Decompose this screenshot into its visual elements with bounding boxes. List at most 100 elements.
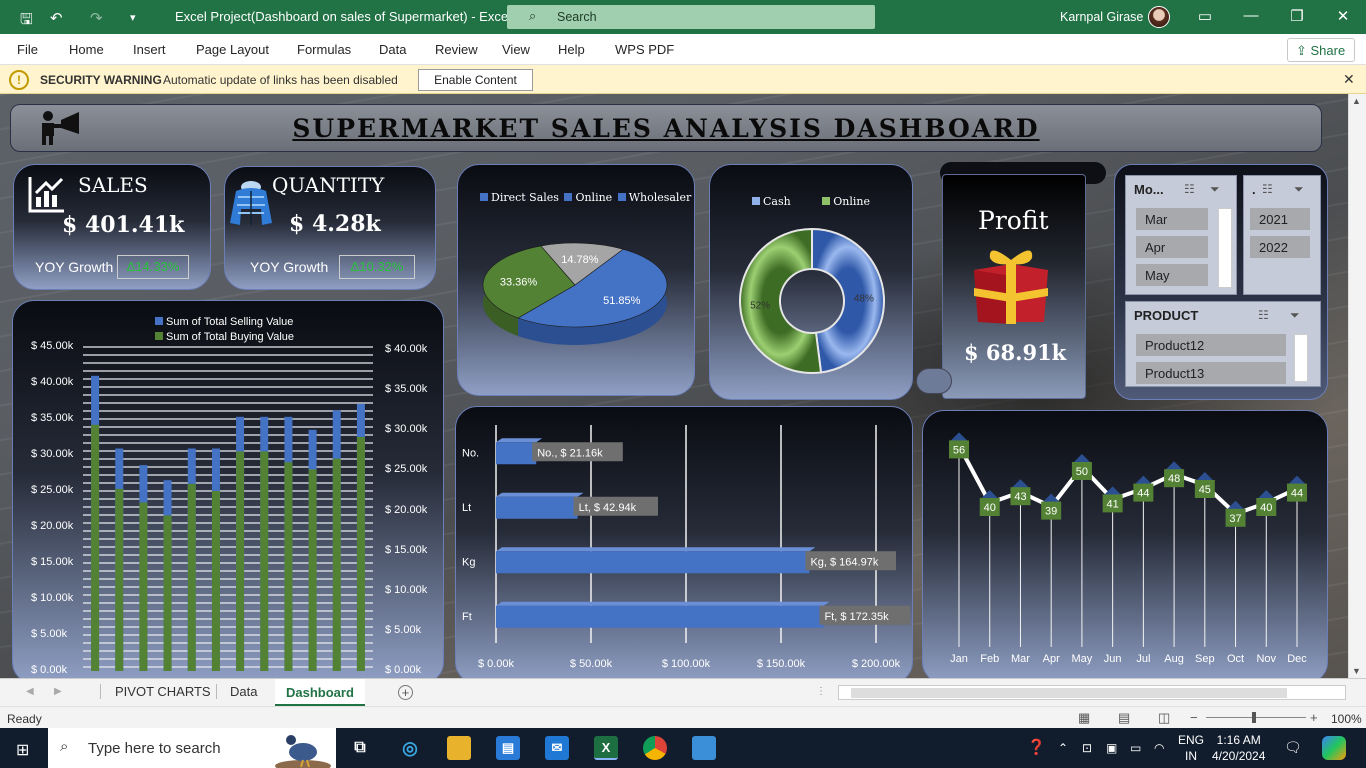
normal-view-icon[interactable]: ▦	[1078, 710, 1090, 726]
profit-card[interactable]: Profit $ 68.91k	[916, 162, 1108, 400]
menu-insert[interactable]: Insert	[133, 42, 166, 57]
year-slicer[interactable]: . ☷ ⏷ 2021 2022	[1243, 175, 1321, 295]
restore-icon[interactable]: ❐	[1282, 7, 1312, 25]
tray-chevron-icon[interactable]: ⌃	[1058, 741, 1068, 755]
year-slicer-header: .	[1252, 182, 1256, 197]
network-icon[interactable]: ▣	[1106, 741, 1117, 755]
month-item-apr[interactable]: Apr	[1136, 236, 1208, 258]
pie-data-label: 33.36%	[500, 276, 538, 288]
menu-formulas[interactable]: Formulas	[297, 42, 351, 57]
save-icon[interactable]: 🖫	[20, 9, 33, 34]
excel-taskbar-icon[interactable]: X	[594, 736, 618, 760]
product-item-12[interactable]: Product12	[1136, 334, 1286, 356]
menu-data[interactable]: Data	[379, 42, 406, 57]
month-slicer[interactable]: Mo... ☷ ⏷ Mar Apr May	[1125, 175, 1237, 295]
quantity-kpi-card[interactable]: QUANTITY $ 4.28k YOY Growth Δ10.32%	[224, 166, 436, 290]
tab-pivot-charts[interactable]: PIVOT CHARTS	[100, 684, 225, 699]
sales-kpi-card[interactable]: SALES $ 401.41k YOY Growth Δ14.33%	[13, 164, 211, 290]
zoom-level[interactable]: 100%	[1331, 712, 1362, 726]
month-slicer-scrollbar[interactable]	[1218, 208, 1232, 288]
menu-file[interactable]: File	[17, 42, 38, 57]
user-name[interactable]: Karnpal Girase	[1060, 10, 1143, 24]
horizontal-scroll-thumb[interactable]	[851, 688, 1287, 698]
tab-data[interactable]: Data	[216, 684, 271, 699]
avatar[interactable]	[1148, 6, 1170, 28]
doughnut-legend-online: Online	[833, 195, 870, 208]
page-layout-view-icon[interactable]: ▤	[1118, 710, 1130, 726]
store-icon[interactable]: ▤	[496, 736, 520, 760]
monthly-trend-line-chart[interactable]: Jan Feb Mar Apr May Jun Jul Aug Sep Oct Nov Dec 56 40…	[922, 410, 1328, 678]
buying-bar	[332, 458, 341, 671]
multi-select-icon[interactable]: ☷	[1262, 182, 1273, 196]
edge-icon[interactable]: ◎	[398, 736, 422, 760]
x-tick-label: Feb	[980, 653, 999, 665]
menu-view[interactable]: View	[502, 42, 530, 57]
copilot-icon[interactable]	[1322, 736, 1346, 760]
customize-toolbar-icon[interactable]: ▾	[130, 11, 136, 24]
menu-wps-pdf[interactable]: WPS PDF	[615, 42, 674, 57]
product-slicer[interactable]: PRODUCT ☷ ⏷ Product12 Product13	[1125, 301, 1321, 387]
close-icon[interactable]: ✕	[1328, 7, 1358, 25]
zoom-out-icon[interactable]: −	[1190, 710, 1198, 725]
legend-selling: Sum of Total Selling Value	[155, 316, 293, 328]
battery-icon[interactable]: ▭	[1130, 741, 1141, 755]
share-button[interactable]: ⇪ Share	[1287, 38, 1355, 62]
search-box[interactable]: ⌕ Search	[507, 5, 875, 29]
clock[interactable]: 1:16 AM 4/20/2024	[1212, 732, 1265, 764]
chrome-icon[interactable]	[643, 736, 667, 760]
close-warning-icon[interactable]: ✕	[1343, 71, 1355, 88]
product-item-13[interactable]: Product13	[1136, 362, 1286, 384]
tab-splitter-icon[interactable]: ⋮	[816, 686, 826, 697]
menu-review[interactable]: Review	[435, 42, 478, 57]
add-sheet-icon[interactable]: +	[398, 685, 413, 700]
enable-content-button[interactable]: Enable Content	[418, 69, 533, 91]
mail-icon[interactable]: ✉	[545, 736, 569, 760]
sales-channel-pie-chart[interactable]: Direct Sales Online Wholesaler 51.85% 33.…	[457, 164, 695, 396]
taskbar-search[interactable]: ⌕ Type here to search	[48, 728, 336, 768]
menu-help[interactable]: Help	[558, 42, 585, 57]
notification-icon[interactable]: 🗨	[1284, 739, 1302, 756]
tab-dashboard[interactable]: Dashboard	[275, 679, 365, 706]
windows-start-icon[interactable]: ⊞	[16, 740, 29, 760]
zoom-in-icon[interactable]: +	[1310, 710, 1318, 725]
y-left-tick-label: $ 5.00k	[31, 628, 68, 640]
vertical-scrollbar[interactable]: ▲ ▼	[1348, 94, 1366, 678]
wifi-icon[interactable]: ◠	[1154, 741, 1164, 755]
year-item-2022[interactable]: 2022	[1250, 236, 1310, 258]
horizontal-scrollbar[interactable]	[838, 685, 1346, 700]
help-icon[interactable]: ❓	[1027, 738, 1046, 756]
minimize-icon[interactable]: —	[1236, 7, 1266, 24]
redo-icon[interactable]: ↷	[90, 9, 103, 27]
multi-select-icon[interactable]: ☷	[1184, 182, 1195, 196]
zoom-slider-thumb[interactable]	[1252, 712, 1256, 723]
multi-select-icon[interactable]: ☷	[1258, 308, 1269, 322]
month-item-may[interactable]: May	[1136, 264, 1208, 286]
task-view-icon[interactable]: ⧉	[348, 736, 372, 760]
menu-home[interactable]: Home	[69, 42, 104, 57]
page-break-view-icon[interactable]: ◫	[1158, 710, 1170, 726]
clear-filter-icon[interactable]: ⏷	[1210, 182, 1220, 197]
ribbon-display-icon[interactable]: ▭	[1190, 7, 1220, 25]
file-explorer-icon[interactable]	[447, 736, 471, 760]
payment-mode-doughnut-chart[interactable]: Cash Online 48% 52%	[709, 164, 913, 400]
clear-filter-icon[interactable]: ⏷	[1290, 308, 1300, 323]
unit-sales-bar-chart[interactable]: $ 0.00k $ 50.00k $ 100.00k $ 150.00k $ 200.0…	[455, 406, 913, 678]
year-item-2021[interactable]: 2021	[1250, 208, 1310, 230]
zoom-slider-track[interactable]	[1206, 717, 1306, 718]
undo-icon[interactable]: ↶	[50, 9, 63, 27]
remote-desktop-icon[interactable]	[692, 736, 716, 760]
scroll-down-icon[interactable]: ▼	[1352, 666, 1361, 676]
scroll-up-icon[interactable]: ▲	[1352, 96, 1361, 106]
prev-sheet-icon[interactable]: ◀	[26, 686, 34, 697]
product-slicer-scrollbar[interactable]	[1294, 334, 1308, 382]
monthly-value-column-chart[interactable]: Sum of Total Selling Value Sum of Total …	[12, 300, 444, 678]
point-data-label: 39	[1045, 506, 1057, 518]
pie-legend-direct: Direct Sales	[491, 191, 559, 204]
meet-now-icon[interactable]: ⊡	[1082, 741, 1092, 755]
language-indicator[interactable]: ENG IN	[1178, 732, 1204, 764]
clear-filter-icon[interactable]: ⏷	[1294, 182, 1304, 197]
month-item-mar[interactable]: Mar	[1136, 208, 1208, 230]
menu-page-layout[interactable]: Page Layout	[196, 42, 269, 57]
next-sheet-icon[interactable]: ▶	[54, 686, 62, 697]
marker-cap	[1165, 461, 1184, 471]
